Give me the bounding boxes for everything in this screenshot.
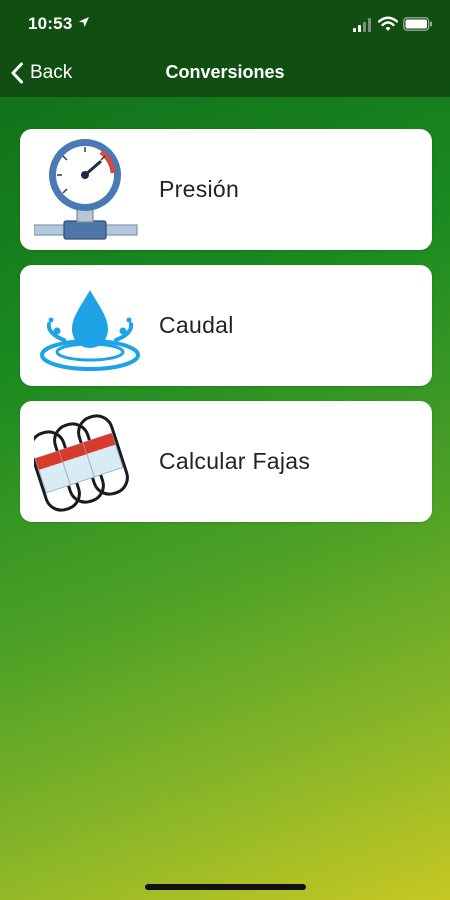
status-bar: 10:53 (0, 0, 450, 50)
water-drop-icon (40, 290, 140, 371)
pressure-gauge-icon (34, 139, 138, 240)
wifi-icon (378, 16, 398, 31)
status-time: 10:53 (28, 14, 73, 33)
location-arrow-icon (79, 17, 89, 27)
header: 10:53 Back Conversiones (0, 0, 450, 97)
page-title: Conversiones (165, 62, 285, 82)
battery-icon (403, 17, 432, 31)
belts-icon (34, 414, 129, 512)
cellular-signal-icon (353, 18, 371, 32)
home-indicator[interactable] (145, 884, 306, 890)
menu-item-caudal[interactable]: Caudal (20, 265, 432, 386)
nav-bar: Back Conversiones (0, 50, 450, 97)
menu-item-label: Presión (159, 176, 240, 202)
conversion-menu: Presión Caudal Calcular Fajas (20, 129, 432, 537)
menu-item-label: Caudal (159, 312, 234, 338)
menu-item-presion[interactable]: Presión (20, 129, 432, 250)
menu-item-calcular-fajas[interactable]: Calcular Fajas (20, 401, 432, 522)
menu-item-label: Calcular Fajas (159, 448, 311, 474)
